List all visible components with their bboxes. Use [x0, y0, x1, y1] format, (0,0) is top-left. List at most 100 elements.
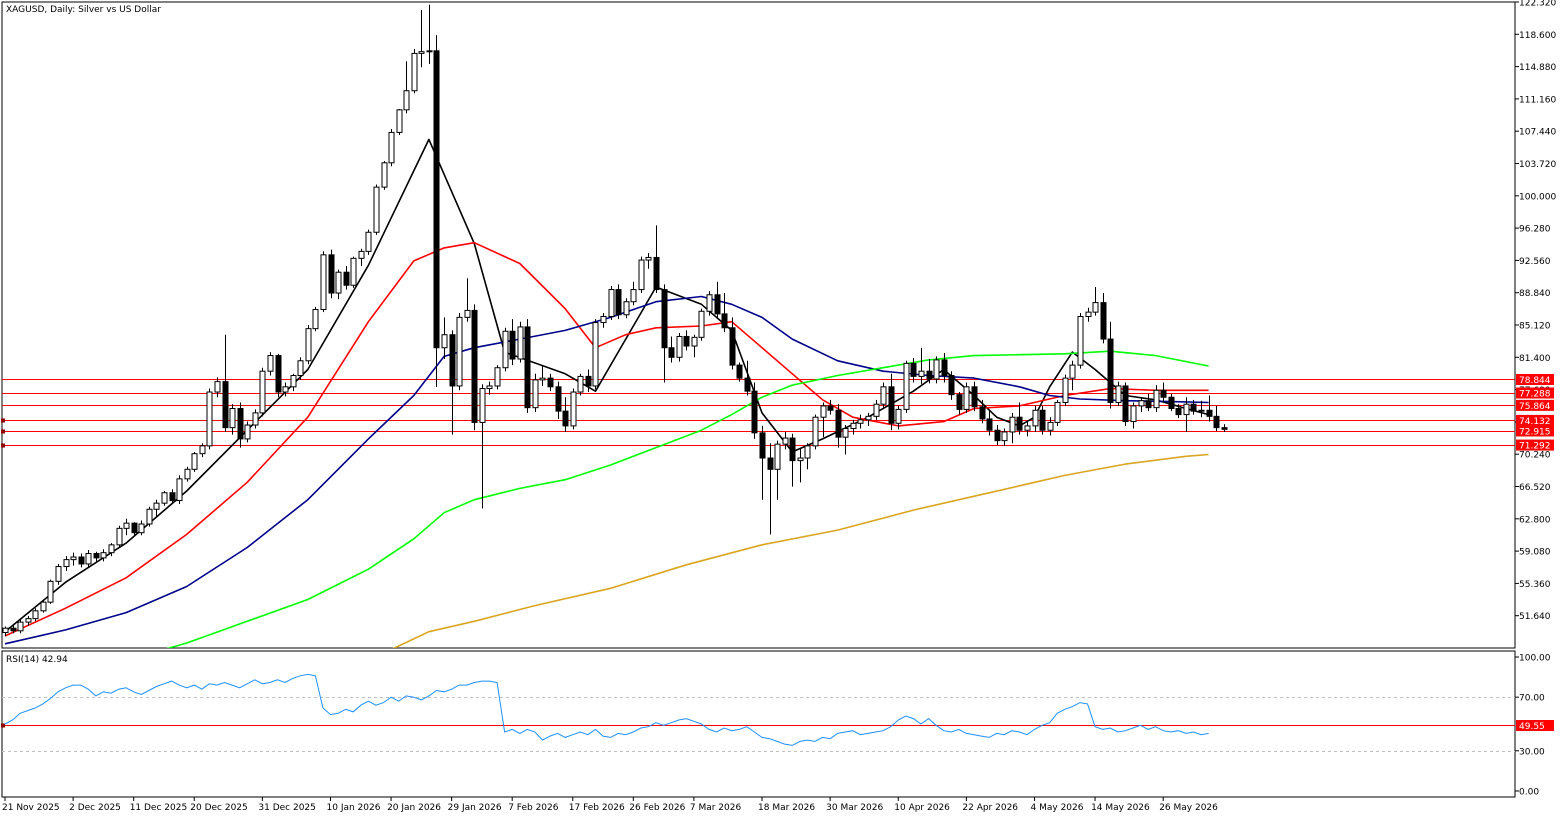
candle-body: [1198, 409, 1205, 412]
level-marker-5: [1, 443, 5, 448]
rsi-tick-label: 30.00: [1519, 747, 1545, 757]
date-tick-label: 2 Dec 2025: [69, 803, 121, 813]
candle-body: [40, 601, 47, 612]
candle-body: [17, 621, 24, 632]
candle-body: [63, 559, 70, 568]
candle-body: [47, 580, 54, 603]
candle-body: [751, 390, 758, 434]
candle-body: [850, 422, 857, 429]
candle-body: [918, 370, 925, 377]
candle-body: [676, 335, 683, 358]
chart-canvas: 122.320 118.600 114.880 111.160 107.440 103.7…: [1, 0, 1556, 813]
candle-body: [1047, 421, 1054, 431]
candle-body: [820, 405, 827, 418]
candle-body: [358, 250, 365, 259]
candle-body: [971, 386, 978, 408]
candle-body: [842, 427, 849, 438]
date-tick-label: 26 Feb 2026: [629, 803, 685, 813]
candle-body: [547, 377, 554, 388]
candle-body: [10, 627, 17, 632]
price-tick-label: 70.240: [1519, 451, 1551, 461]
price-tick-label: 103.720: [1519, 160, 1556, 170]
candle-body: [645, 256, 652, 261]
candle-body: [691, 336, 698, 347]
candle-body: [638, 259, 645, 291]
candle-body: [479, 388, 486, 423]
candle-body: [524, 326, 531, 409]
candle-body: [100, 552, 107, 559]
price-tick-label: 100.000: [1519, 192, 1556, 202]
candle-body: [804, 445, 811, 459]
price-tick-label: 85.120: [1519, 322, 1551, 332]
candle-body: [1115, 385, 1122, 403]
candle-body: [153, 502, 160, 510]
candle-body: [365, 231, 372, 252]
price-tick-label: 88.840: [1519, 289, 1551, 299]
candle-body: [32, 610, 39, 620]
candle-body: [1213, 415, 1220, 429]
candle-body: [865, 415, 872, 421]
candle-body: [471, 309, 478, 423]
level-tag: 78.844: [1519, 376, 1551, 386]
candle-body: [282, 386, 289, 393]
candle-body: [252, 412, 259, 426]
candle-body: [237, 408, 244, 440]
date-tick-label: 14 May 2026: [1091, 803, 1150, 813]
candle-body: [986, 418, 993, 431]
candle-body: [433, 50, 440, 349]
price-tick-label: 118.600: [1519, 31, 1556, 41]
candle-body: [116, 527, 123, 546]
candle-body: [123, 522, 130, 529]
rsi-line: [4, 673, 1209, 746]
candle-body: [328, 254, 335, 294]
candle-body: [1024, 425, 1031, 431]
candle-body: [1122, 385, 1129, 423]
candle-body: [494, 367, 501, 387]
price-tick-label: 122.320: [1519, 0, 1556, 9]
candle-body: [1092, 302, 1099, 313]
candle-body: [714, 294, 721, 315]
candle-body: [661, 289, 668, 349]
candle-body: [214, 381, 221, 393]
price-tick-label: 51.640: [1519, 612, 1551, 622]
candle-body: [706, 294, 713, 312]
chart-title: XAGUSD, Daily: Silver vs US Dollar: [6, 5, 161, 15]
candle-body: [926, 370, 933, 380]
candle-body: [933, 359, 940, 380]
candle-body: [767, 457, 774, 470]
date-tick-label: 31 Dec 2025: [258, 803, 316, 813]
candle-body: [1190, 403, 1197, 412]
candle-body: [1168, 396, 1175, 410]
candle-body: [1069, 364, 1076, 379]
candle-body: [963, 386, 970, 410]
candle-body: [1183, 403, 1190, 416]
candle-body: [418, 51, 425, 54]
level-marker-4: [1, 429, 5, 434]
moving-average-3: [166, 350, 1209, 648]
candle-body: [449, 334, 456, 387]
candle-body: [206, 391, 213, 447]
candle-body: [812, 416, 819, 447]
candle-body: [259, 370, 266, 414]
candle-body: [835, 409, 842, 438]
candle-body: [411, 52, 418, 92]
level-tag: 77.288: [1519, 390, 1551, 400]
candle-body: [161, 492, 168, 504]
candle-body: [1221, 427, 1228, 430]
candle-body: [335, 271, 342, 294]
candle-body: [562, 410, 569, 427]
candle-body: [275, 355, 282, 393]
date-tick-label: 18 Mar 2026: [758, 803, 815, 813]
candle-body: [312, 309, 319, 330]
price-tick-label: 66.520: [1519, 483, 1551, 493]
date-tick-label: 11 Dec 2025: [130, 803, 188, 813]
candle-body: [343, 271, 350, 286]
price-tick-label: 59.080: [1519, 548, 1551, 558]
price-panel-frame: [1, 1, 1516, 649]
candle-body: [555, 386, 562, 412]
level-tag: 72.915: [1519, 427, 1551, 437]
candle-body: [25, 618, 32, 623]
candle-body: [1054, 401, 1061, 423]
candle-body: [1001, 431, 1008, 442]
date-tick-label: 17 Feb 2026: [569, 803, 625, 813]
